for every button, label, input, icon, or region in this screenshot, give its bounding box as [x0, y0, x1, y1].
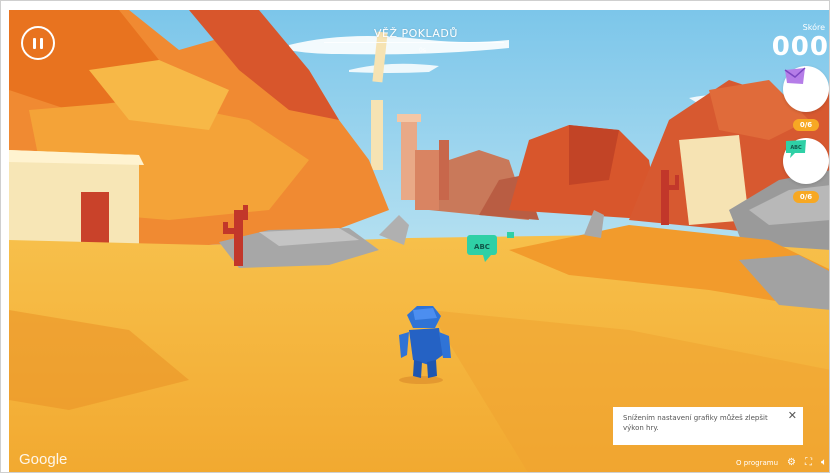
cliff-house [9, 150, 144, 245]
level-timer: 0s [419, 47, 426, 54]
abc-count: 0/6 [792, 191, 820, 203]
toast-message: Snížením nastavení grafiky můžeš zlepšit… [623, 414, 768, 432]
collectible-envelope: 0/6 [783, 66, 829, 131]
level-divider [324, 42, 504, 43]
game-viewport[interactable]: ABC VĚŽ POKLADŮ 0s Skóre 000 0/6 ABC 0/6… [9, 10, 829, 472]
fullscreen-icon[interactable]: ⛶ [805, 458, 812, 468]
score-label: Skóre [802, 23, 825, 32]
footer-controls: O programu ⚙ ⛶ 🔈︎ [736, 458, 827, 468]
score-value: 000 [771, 32, 829, 62]
game-scene: ABC [9, 10, 829, 472]
gear-icon[interactable]: ⚙ [787, 458, 796, 468]
game-frame: ABC VĚŽ POKLADŮ 0s Skóre 000 0/6 ABC 0/6… [0, 0, 830, 473]
about-link[interactable]: O programu [736, 459, 778, 467]
close-icon[interactable]: ✕ [788, 410, 797, 421]
pause-icon [33, 37, 43, 49]
svg-text:ABC: ABC [790, 145, 802, 151]
graphics-tip-toast: Snížením nastavení grafiky můžeš zlepšit… [613, 407, 803, 445]
small-sign [507, 232, 514, 238]
envelope-count: 0/6 [792, 119, 820, 131]
google-logo: Google [19, 451, 68, 468]
envelope-icon [784, 67, 806, 84]
level-title: VĚŽ POKLADŮ [374, 27, 458, 40]
pause-button[interactable] [21, 26, 55, 60]
speaker-icon[interactable]: 🔈︎ [821, 458, 827, 468]
collectible-abc: ABC 0/6 [783, 138, 829, 203]
abc-bubble-icon: ABC [786, 140, 806, 158]
svg-text:ABC: ABC [474, 243, 490, 251]
